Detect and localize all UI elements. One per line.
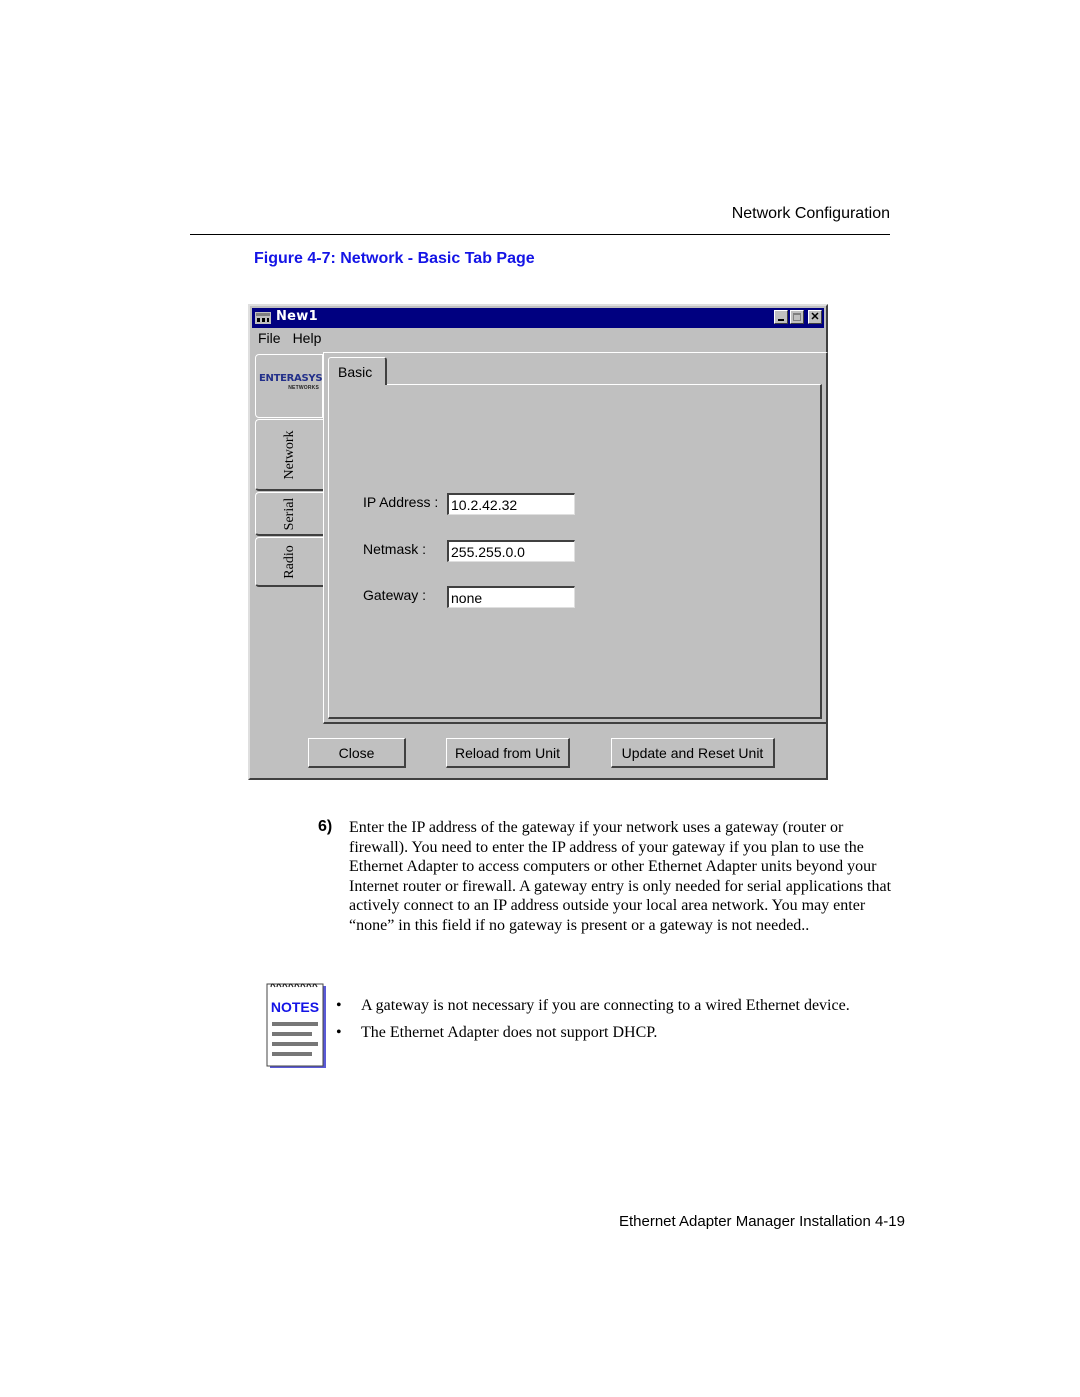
notes-icon: NOTES — [266, 983, 326, 1068]
notes-list: • A gateway is not necessary if you are … — [336, 996, 876, 1049]
close-button[interactable]: Close — [308, 738, 406, 768]
side-tab-radio[interactable]: Radio — [255, 537, 323, 587]
minimize-icon — [778, 319, 784, 321]
header-rule — [190, 234, 890, 235]
menu-bar: File Help — [258, 330, 321, 346]
step-text: Enter the IP address of the gateway if y… — [349, 819, 892, 934]
netmask-input[interactable] — [447, 540, 575, 562]
close-icon: ✕ — [810, 311, 820, 323]
basic-tab-page: IP Address : Netmask : Gateway : — [328, 384, 822, 719]
menu-help[interactable]: Help — [293, 330, 322, 346]
enterasys-logo: ENTERASYS — [259, 373, 323, 384]
enterasys-logo-tab: ENTERASYS NETWORKS — [255, 354, 323, 418]
app-window: New1 ✕ File Help ENTERASYS NETWORKS Netw… — [248, 304, 828, 780]
running-header: Network Configuration — [731, 205, 890, 222]
figure-caption: Figure 4-7: Network - Basic Tab Page — [254, 250, 535, 267]
enterasys-logo-subtext: NETWORKS — [288, 385, 319, 391]
gateway-label: Gateway : — [363, 587, 427, 603]
side-tab-network[interactable]: Network — [255, 419, 323, 491]
app-window-icon — [255, 312, 271, 324]
title-bar[interactable]: New1 ✕ — [252, 308, 824, 328]
netmask-label: Netmask : — [363, 541, 427, 557]
ip-address-input[interactable] — [447, 493, 575, 515]
ip-address-label: IP Address : — [363, 494, 439, 510]
update-and-reset-unit-button[interactable]: Update and Reset Unit — [611, 738, 775, 768]
maximize-button[interactable] — [790, 310, 804, 324]
bullet-icon: • — [336, 1023, 342, 1041]
network-panel: Basic IP Address : Netmask : Gateway : — [323, 352, 828, 724]
tab-basic[interactable]: Basic — [328, 357, 387, 385]
gateway-input[interactable] — [447, 586, 575, 608]
notes-item: • A gateway is not necessary if you are … — [336, 997, 850, 1014]
close-window-button[interactable]: ✕ — [808, 310, 822, 324]
minimize-button[interactable] — [774, 310, 788, 324]
notes-item: • The Ethernet Adapter does not support … — [336, 1023, 658, 1041]
page-footer: Ethernet Adapter Manager Installation 4-… — [618, 1213, 905, 1230]
reload-from-unit-button[interactable]: Reload from Unit — [446, 738, 570, 768]
menu-file[interactable]: File — [258, 330, 281, 346]
side-tab-serial[interactable]: Serial — [255, 492, 323, 536]
maximize-icon — [793, 313, 801, 321]
bullet-icon: • — [336, 997, 342, 1014]
notes-icon-label: NOTES — [271, 999, 319, 1015]
step-number: 6) — [318, 818, 333, 835]
window-title: New1 — [276, 309, 318, 324]
